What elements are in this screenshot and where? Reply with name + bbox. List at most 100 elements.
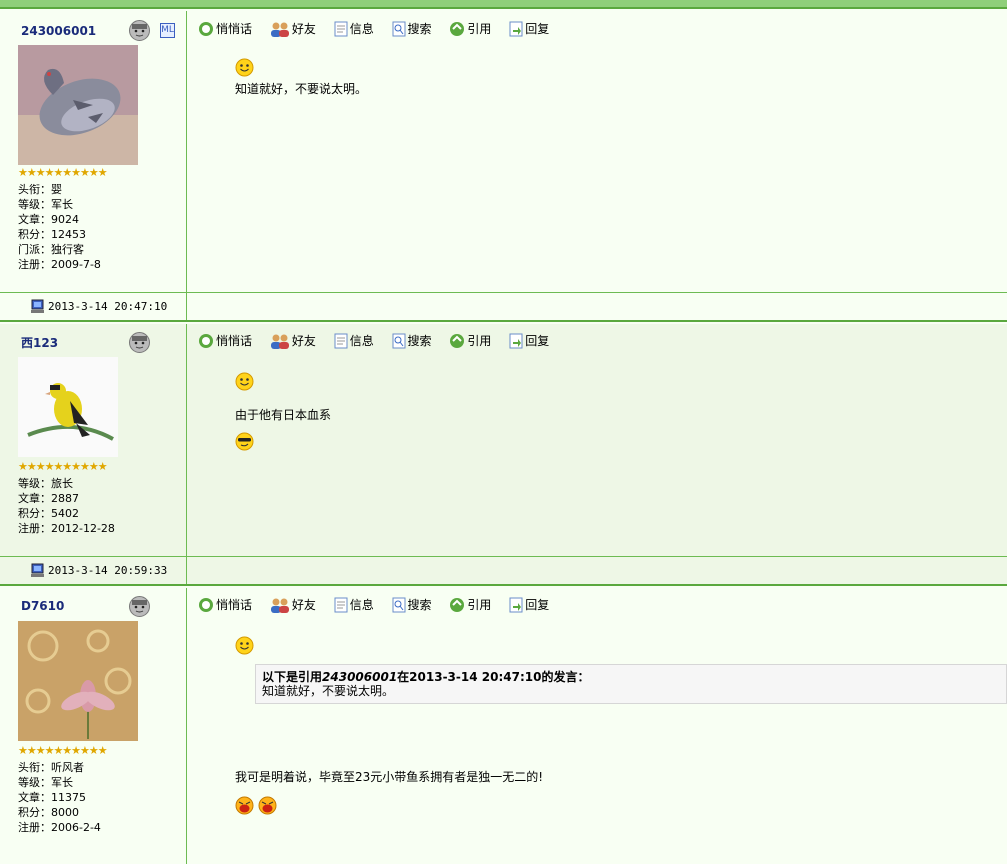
smile-emoticon-icon — [235, 58, 254, 77]
smile-emoticon-icon — [235, 636, 254, 655]
quote-text: 知道就好，不要说太明。 — [262, 684, 395, 698]
quote-button[interactable]: 引用 — [449, 596, 491, 614]
meta-articles: 文章：11375 — [18, 791, 86, 804]
laugh-emoticon-icon — [258, 796, 277, 815]
meta-level: 等级：军长 — [18, 198, 73, 211]
reply-button[interactable]: 回复 — [509, 332, 549, 350]
whisper-icon — [199, 334, 213, 348]
username[interactable]: 西123 — [21, 334, 58, 351]
quote-label: 引用 — [467, 22, 492, 36]
friend-label: 好友 — [291, 334, 316, 348]
search-label: 搜索 — [407, 598, 432, 612]
quote-prefix: 以下是引用 — [262, 670, 323, 684]
reply-button[interactable]: 回复 — [509, 596, 549, 614]
user-meta: 头衔：听风者 等级：军长 文章：11375 积分：8000 注册：2006-2-… — [18, 760, 101, 835]
quote-icon — [450, 334, 465, 348]
friend-icon — [270, 22, 289, 37]
user-panel: 西123 ★★★★★★★★★★ 等级：旅长 文章：2887 积分：5402 注册… — [0, 324, 187, 556]
whisper-label: 悄悄话 — [216, 598, 253, 612]
reply-button[interactable]: 回复 — [509, 20, 549, 38]
post-1: 243006001 ML ★★★★★★★★★★ 头衔：婴 等级：军长 文章：90… — [0, 11, 1007, 292]
search-icon — [392, 333, 406, 349]
info-label: 信息 — [349, 334, 374, 348]
info-icon — [334, 597, 348, 613]
meta-points: 积分：12453 — [18, 228, 86, 241]
quote-label: 引用 — [467, 334, 492, 348]
friend-icon — [270, 334, 289, 349]
friend-button[interactable]: 好友 — [270, 596, 316, 614]
whisper-button[interactable]: 悄悄话 — [198, 20, 252, 38]
user-face-icon[interactable] — [128, 19, 151, 42]
info-icon — [334, 333, 348, 349]
quote-button[interactable]: 引用 — [449, 332, 491, 350]
post-toolbar: 悄悄话 好友 信息 搜索 引用 回复 — [198, 332, 563, 350]
info-button[interactable]: 信息 — [334, 20, 374, 38]
quote-user: 243006001 — [322, 670, 398, 684]
quote-icon — [450, 598, 465, 612]
search-icon — [392, 597, 406, 613]
whisper-button[interactable]: 悄悄话 — [198, 596, 252, 614]
info-button[interactable]: 信息 — [334, 596, 374, 614]
computer-icon — [31, 299, 44, 313]
post-message: 由于他有日本血系 — [235, 408, 332, 422]
quote-button[interactable]: 引用 — [449, 20, 491, 38]
post-toolbar: 悄悄话 好友 信息 搜索 引用 回复 — [198, 596, 563, 614]
info-icon — [334, 21, 348, 37]
laugh-emoticon-icon — [235, 796, 254, 815]
user-panel: D7610 ★★★★★★★★★★ 头衔：听风者 等级：军长 文章：11375 积… — [0, 588, 187, 864]
post-2-footer: 2013-3-14 20:59:33 — [0, 556, 1007, 586]
avatar-bird — [18, 357, 118, 457]
quote-header: 以下是引用243006001在2013-3-14 20:47:10的发言： — [262, 670, 1000, 684]
reply-icon — [509, 333, 523, 349]
whisper-label: 悄悄话 — [216, 22, 253, 36]
rank-stars: ★★★★★★★★★★ — [18, 460, 108, 473]
friend-icon — [270, 598, 289, 613]
user-panel: 243006001 ML ★★★★★★★★★★ 头衔：婴 等级：军长 文章：90… — [0, 11, 187, 292]
friend-button[interactable]: 好友 — [270, 332, 316, 350]
post-message: 知道就好，不要说太明。 — [235, 82, 368, 96]
username[interactable]: 243006001 — [21, 24, 96, 38]
quote-icon — [450, 22, 465, 36]
meta-register: 注册：2006-2-4 — [18, 821, 101, 834]
meta-points: 积分：8000 — [18, 806, 79, 819]
reply-label: 回复 — [525, 598, 550, 612]
friend-label: 好友 — [291, 598, 316, 612]
post-1-footer: 2013-3-14 20:47:10 — [0, 292, 1007, 322]
friend-button[interactable]: 好友 — [270, 20, 316, 38]
quote-mid: 在2013-3-14 20:47:10的发言： — [397, 670, 590, 684]
meta-points: 积分：5402 — [18, 507, 79, 520]
zodiac-sign-icon: ML — [160, 23, 175, 38]
meta-register: 注册：2009-7-8 — [18, 258, 101, 271]
post-message: 我可是明着说，毕竟至23元小带鱼系拥有者是独一无二的! — [235, 770, 544, 784]
reply-icon — [509, 597, 523, 613]
meta-sect: 门派：独行客 — [18, 243, 84, 256]
avatar-lotus — [18, 621, 138, 741]
post-toolbar: 悄悄话 好友 信息 搜索 引用 回复 — [198, 20, 563, 38]
search-button[interactable]: 搜索 — [392, 332, 432, 350]
search-label: 搜索 — [407, 22, 432, 36]
search-button[interactable]: 搜索 — [392, 596, 432, 614]
quote-label: 引用 — [467, 598, 492, 612]
post-3: D7610 ★★★★★★★★★★ 头衔：听风者 等级：军长 文章：11375 积… — [0, 588, 1007, 864]
whisper-icon — [199, 598, 213, 612]
whisper-button[interactable]: 悄悄话 — [198, 332, 252, 350]
rank-stars: ★★★★★★★★★★ — [18, 166, 108, 179]
smile-emoticon-icon — [235, 372, 254, 391]
quote-block: 以下是引用243006001在2013-3-14 20:47:10的发言： 知道… — [255, 664, 1007, 704]
user-face-icon[interactable] — [128, 595, 151, 618]
reply-label: 回复 — [525, 22, 550, 36]
friend-label: 好友 — [291, 22, 316, 36]
username[interactable]: D7610 — [21, 599, 64, 613]
meta-level: 等级：军长 — [18, 776, 73, 789]
post-body: 悄悄话 好友 信息 搜索 引用 回复 由于他有日本血系 — [188, 324, 1007, 556]
cool-emoticon-icon — [235, 432, 254, 451]
user-face-icon[interactable] — [128, 331, 151, 354]
computer-icon — [31, 563, 44, 577]
search-button[interactable]: 搜索 — [392, 20, 432, 38]
rank-stars: ★★★★★★★★★★ — [18, 744, 108, 757]
search-icon — [392, 21, 406, 37]
whisper-icon — [199, 22, 213, 36]
info-button[interactable]: 信息 — [334, 332, 374, 350]
meta-articles: 文章：9024 — [18, 213, 79, 226]
reply-icon — [509, 21, 523, 37]
